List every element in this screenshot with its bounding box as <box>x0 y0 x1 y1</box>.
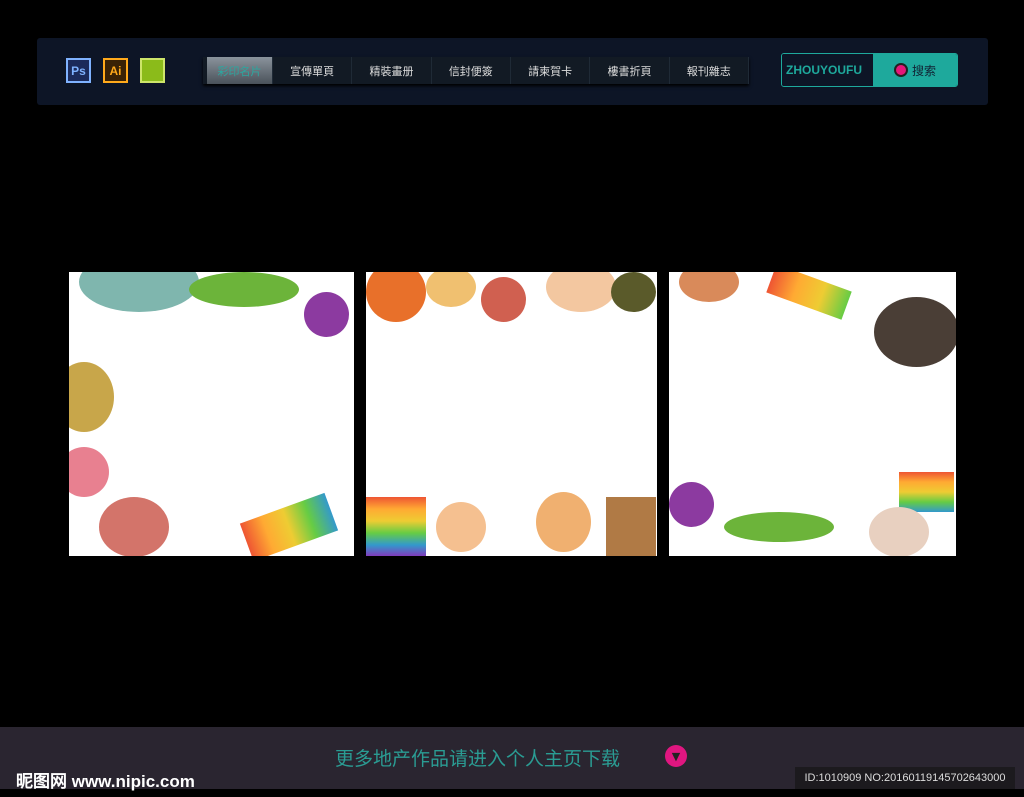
nipic-logo: 昵图网 www.nipic.com <box>16 772 195 791</box>
image-id: ID:1010909 NO:20160119145702643000 <box>795 767 1015 789</box>
toy-frame-2 <box>366 272 657 556</box>
chevron-down-icon[interactable]: ▼ <box>665 745 687 767</box>
category-nav: 彩印名片 宣傳單頁 精裝畫册 信封便簽 請柬賀卡 樓書折頁 報刊雜志 <box>203 57 749 84</box>
nav-item-magazine[interactable]: 報刊雜志 <box>670 57 749 84</box>
coreldraw-icon[interactable] <box>140 58 165 83</box>
nav-item-flyer[interactable]: 宣傳單頁 <box>273 57 353 84</box>
more-works-link[interactable]: 更多地产作品请进入个人主页下载 <box>335 744 620 771</box>
search-icon <box>893 63 908 77</box>
search-box: 搜索 <box>781 53 958 87</box>
toy-frame-3 <box>669 272 956 556</box>
toy-frame-1 <box>69 272 354 556</box>
nav-item-business-card[interactable]: 彩印名片 <box>207 57 273 84</box>
nav-item-folding[interactable]: 樓書折頁 <box>590 57 670 84</box>
top-bar: Ps Ai 彩印名片 宣傳單頁 精裝畫册 信封便簽 請柬賀卡 樓書折頁 報刊雜志… <box>37 38 988 105</box>
search-button[interactable]: 搜索 <box>873 54 957 86</box>
search-label: 搜索 <box>911 63 936 78</box>
nav-item-card[interactable]: 請柬賀卡 <box>511 57 591 84</box>
footer: 更多地产作品请进入个人主页下载 ▼ 昵图网 www.nipic.com ID:1… <box>0 727 1024 791</box>
search-input[interactable] <box>782 54 873 86</box>
photoshop-icon[interactable]: Ps <box>66 58 91 83</box>
nav-item-brochure[interactable]: 精裝畫册 <box>352 57 432 84</box>
nav-item-envelope[interactable]: 信封便簽 <box>432 57 511 84</box>
illustrator-icon[interactable]: Ai <box>103 58 128 83</box>
